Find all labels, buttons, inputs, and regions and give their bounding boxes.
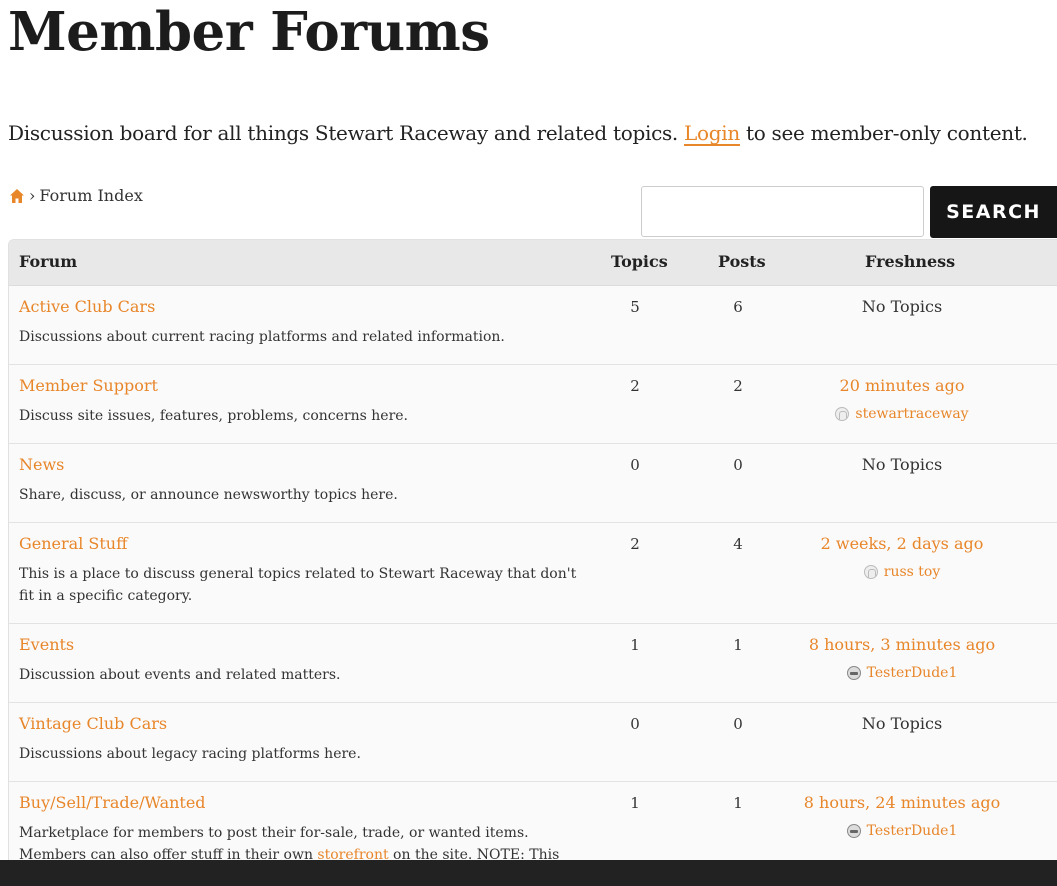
topic-count: 5	[630, 298, 640, 316]
author-name[interactable]: TesterDude1	[867, 665, 958, 681]
topic-count: 0	[630, 456, 640, 474]
intro-text-end: to see member-only content.	[739, 121, 1028, 145]
table-row: News Share, discuss, or announce newswor…	[9, 444, 1057, 523]
last-poster[interactable]: stewartraceway	[792, 406, 1012, 422]
table-row: Buy/Sell/Trade/Wanted Marketplace for me…	[9, 782, 1057, 861]
forum-description: Discussions about current racing platfor…	[19, 329, 505, 345]
topic-count: 2	[630, 377, 640, 395]
header-topics: Topics	[611, 252, 668, 271]
table-row: Events Discussion about events and relat…	[9, 624, 1057, 703]
footer-bar	[0, 860, 1057, 886]
freshness-link[interactable]: 8 hours, 24 minutes ago	[804, 793, 1001, 812]
author-name[interactable]: russ toy	[884, 564, 941, 580]
intro-text-start: Discussion board for all things Stewart …	[8, 121, 685, 145]
post-count: 2	[733, 377, 743, 395]
avatar-icon	[863, 565, 878, 579]
author-name[interactable]: TesterDude1	[867, 823, 958, 839]
table-row: General Stuff This is a place to discuss…	[9, 523, 1057, 624]
forum-link[interactable]: Buy/Sell/Trade/Wanted	[19, 793, 206, 812]
freshness-link[interactable]: 20 minutes ago	[840, 376, 965, 395]
topic-count: 2	[630, 535, 640, 553]
forum-table: Forum Topics Posts Freshness Active Club…	[8, 239, 1057, 862]
forum-link[interactable]: General Stuff	[19, 534, 127, 553]
search-input[interactable]	[641, 186, 924, 237]
table-row: Vintage Club Cars Discussions about lega…	[9, 703, 1057, 782]
post-count: 4	[733, 535, 743, 553]
home-icon[interactable]	[9, 188, 25, 204]
search-button[interactable]: SEARCH	[930, 186, 1057, 238]
forum-description: This is a place to discuss general topic…	[19, 566, 577, 604]
topic-count: 1	[630, 794, 640, 812]
freshness-link[interactable]: 8 hours, 3 minutes ago	[809, 635, 995, 654]
last-poster[interactable]: russ toy	[792, 564, 1012, 580]
table-row: Member Support Discuss site issues, feat…	[9, 365, 1057, 444]
page-title: Member Forums	[8, 1, 490, 63]
post-count: 0	[733, 715, 743, 733]
header-posts: Posts	[718, 252, 766, 271]
forum-description: Discussion about events and related matt…	[19, 667, 341, 683]
table-row: Active Club Cars Discussions about curre…	[9, 286, 1057, 365]
freshness-none: No Topics	[861, 714, 943, 733]
avatar-icon	[835, 407, 850, 421]
forum-description: Discussions about legacy racing platform…	[19, 746, 361, 762]
intro-text: Discussion board for all things Stewart …	[8, 118, 1028, 148]
forum-link[interactable]: Member Support	[19, 376, 158, 395]
post-count: 1	[733, 636, 743, 654]
header-forum: Forum	[19, 252, 78, 271]
post-count: 6	[733, 298, 743, 316]
freshness-link[interactable]: 2 weeks, 2 days ago	[821, 534, 984, 553]
table-header: Forum Topics Posts Freshness	[9, 240, 1057, 286]
breadcrumb-separator: ›	[29, 186, 36, 205]
author-name[interactable]: stewartraceway	[855, 406, 968, 422]
last-poster[interactable]: TesterDude1	[792, 665, 1012, 681]
post-count: 1	[733, 794, 743, 812]
header-freshness: Freshness	[865, 252, 956, 271]
breadcrumb: › Forum Index	[9, 186, 143, 205]
freshness-none: No Topics	[861, 297, 943, 316]
forum-description: Share, discuss, or announce newsworthy t…	[19, 487, 398, 503]
freshness-none: No Topics	[861, 455, 943, 474]
avatar-icon	[846, 666, 861, 680]
forum-link[interactable]: Vintage Club Cars	[19, 714, 167, 733]
forum-description: Marketplace for members to post their fo…	[19, 822, 584, 861]
breadcrumb-current: Forum Index	[39, 186, 143, 205]
forum-link[interactable]: Events	[19, 635, 74, 654]
forum-description: Discuss site issues, features, problems,…	[19, 408, 408, 424]
last-poster[interactable]: TesterDude1	[792, 823, 1012, 839]
forum-link[interactable]: News	[19, 455, 64, 474]
topic-count: 0	[630, 715, 640, 733]
topic-count: 1	[630, 636, 640, 654]
forum-link[interactable]: Active Club Cars	[19, 297, 155, 316]
avatar-icon	[846, 824, 861, 838]
post-count: 0	[733, 456, 743, 474]
login-link[interactable]: Login	[684, 121, 740, 145]
